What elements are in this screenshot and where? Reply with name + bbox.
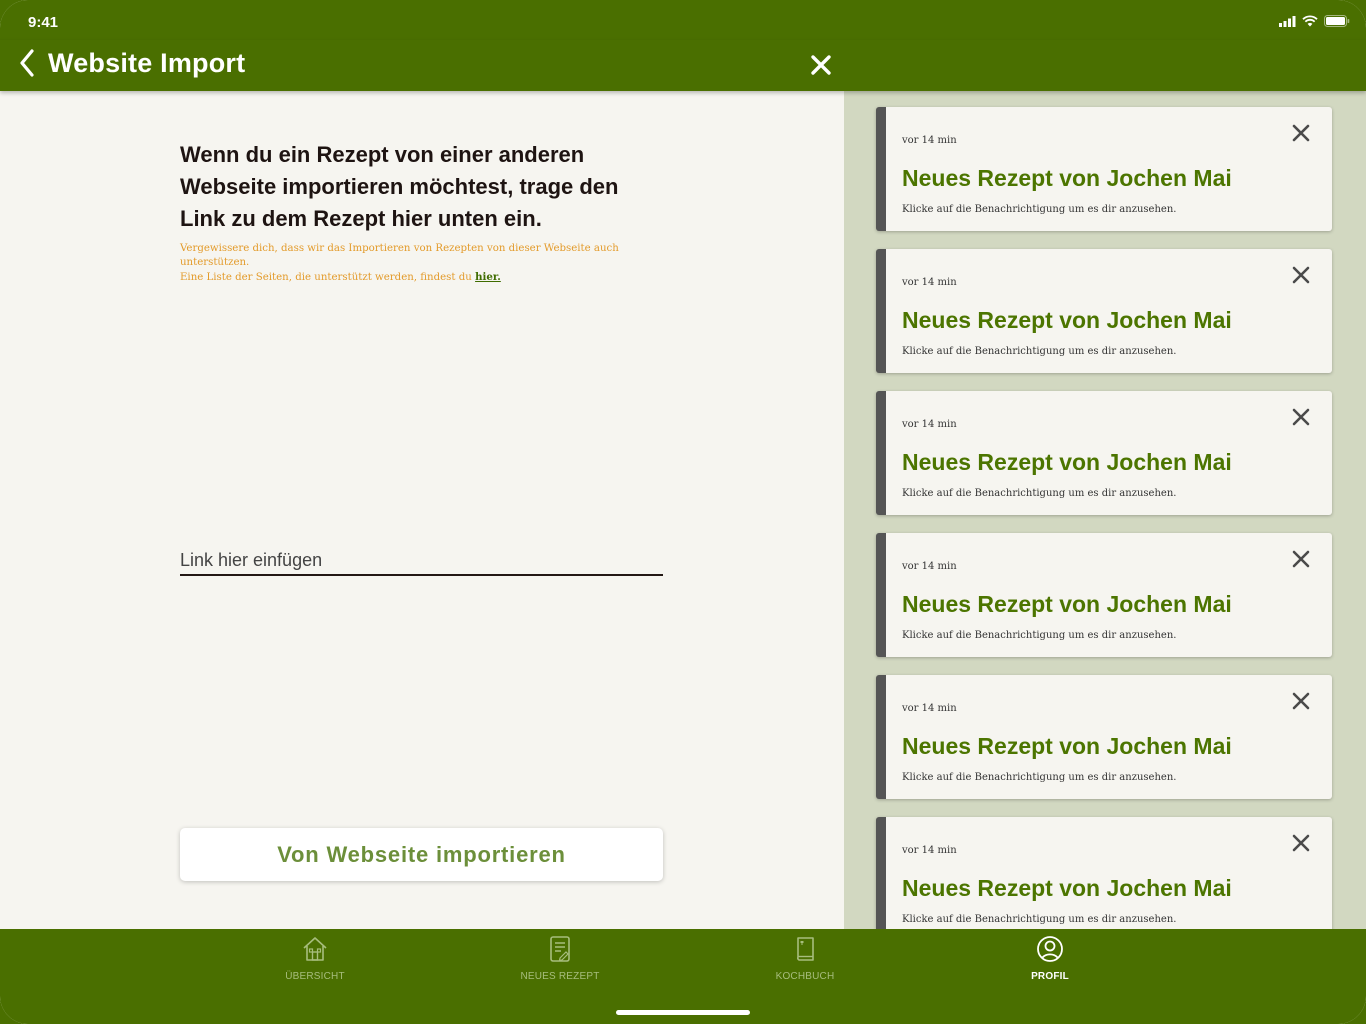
- notification-card[interactable]: vor 14 min Neues Rezept von Jochen Mai K…: [876, 817, 1332, 929]
- import-from-website-button[interactable]: Von Webseite importieren: [180, 828, 663, 881]
- notification-card[interactable]: vor 14 min Neues Rezept von Jochen Mai K…: [876, 533, 1332, 657]
- notification-body: Klicke auf die Benachrichtigung um es di…: [902, 630, 1177, 641]
- close-icon[interactable]: [1289, 121, 1313, 145]
- recipe-sheet-icon: [550, 936, 570, 962]
- close-icon[interactable]: [1289, 405, 1313, 429]
- navigation-bar: Website Import: [0, 40, 1366, 91]
- battery-icon: [1324, 15, 1350, 27]
- back-button[interactable]: [14, 48, 40, 78]
- cookbook-icon: [797, 937, 814, 961]
- notification-title: Neues Rezept von Jochen Mai: [902, 733, 1232, 759]
- import-form-panel: Wenn du ein Rezept von einer anderen Web…: [0, 91, 844, 929]
- notification-title: Neues Rezept von Jochen Mai: [902, 591, 1232, 617]
- notification-card[interactable]: vor 14 min Neues Rezept von Jochen Mai K…: [876, 391, 1332, 515]
- hint-line-1: Vergewissere dich, dass wir das Importie…: [180, 243, 619, 268]
- close-icon[interactable]: [1289, 689, 1313, 713]
- notification-body: Klicke auf die Benachrichtigung um es di…: [902, 346, 1177, 357]
- notification-title: Neues Rezept von Jochen Mai: [902, 449, 1232, 475]
- notification-time: vor 14 min: [902, 277, 957, 288]
- tab-profil[interactable]: PROFIL: [970, 935, 1130, 985]
- notification-card[interactable]: vor 14 min Neues Rezept von Jochen Mai K…: [876, 107, 1332, 231]
- notification-time: vor 14 min: [902, 703, 957, 714]
- tab-label: ÜBERSICHT: [285, 971, 345, 982]
- supported-sites-hint: Vergewissere dich, dass wir das Importie…: [180, 242, 640, 285]
- status-time: 9:41: [28, 14, 59, 31]
- signal-icon: [1279, 15, 1296, 27]
- notification-title: Neues Rezept von Jochen Mai: [902, 307, 1232, 333]
- tab-kochbuch[interactable]: KOCHBUCH: [725, 935, 885, 985]
- notification-body: Klicke auf die Benachrichtigung um es di…: [902, 488, 1177, 499]
- close-icon[interactable]: [1289, 547, 1313, 571]
- close-icon[interactable]: [808, 52, 834, 78]
- tab-bar: ÜBERSICHT NEUES REZEPT KOCHBUCH PROFIL: [0, 929, 1366, 1024]
- notification-body: Klicke auf die Benachrichtigung um es di…: [902, 914, 1177, 925]
- tab-label: PROFIL: [1031, 971, 1069, 982]
- wifi-icon: [1302, 15, 1318, 27]
- notification-time: vor 14 min: [902, 419, 957, 430]
- app-screen: 9:41 Website Import Wenn du ein Rezept v…: [0, 0, 1366, 1024]
- notifications-panel: vor 14 min Neues Rezept von Jochen Mai K…: [844, 91, 1366, 929]
- home-indicator: [616, 1010, 750, 1015]
- chevron-left-icon: [20, 49, 34, 77]
- status-bar: 9:41: [0, 0, 1366, 40]
- page-title: Website Import: [48, 48, 246, 78]
- close-icon[interactable]: [1289, 263, 1313, 287]
- house-icon: [303, 937, 327, 961]
- tab-label: KOCHBUCH: [775, 971, 835, 982]
- notification-body: Klicke auf die Benachrichtigung um es di…: [902, 772, 1177, 783]
- tab-uebersicht[interactable]: ÜBERSICHT: [235, 935, 395, 985]
- notification-card[interactable]: vor 14 min Neues Rezept von Jochen Mai K…: [876, 675, 1332, 799]
- tab-neues-rezept[interactable]: NEUES REZEPT: [480, 935, 640, 985]
- notification-time: vor 14 min: [902, 561, 957, 572]
- status-icons: [1279, 15, 1350, 27]
- notification-time: vor 14 min: [902, 845, 957, 856]
- profile-icon: [1037, 936, 1063, 962]
- notification-title: Neues Rezept von Jochen Mai: [902, 165, 1232, 191]
- hint-line-2: Eine Liste der Seiten, die unterstützt w…: [180, 272, 472, 283]
- tab-label: NEUES REZEPT: [520, 971, 600, 982]
- notification-time: vor 14 min: [902, 135, 957, 146]
- notification-card[interactable]: vor 14 min Neues Rezept von Jochen Mai K…: [876, 249, 1332, 373]
- notification-body: Klicke auf die Benachrichtigung um es di…: [902, 204, 1177, 215]
- notification-title: Neues Rezept von Jochen Mai: [902, 875, 1232, 901]
- import-instructions: Wenn du ein Rezept von einer anderen Web…: [180, 142, 619, 231]
- close-icon[interactable]: [1289, 831, 1313, 855]
- supported-sites-link[interactable]: hier.: [475, 271, 501, 283]
- link-input[interactable]: [180, 546, 663, 576]
